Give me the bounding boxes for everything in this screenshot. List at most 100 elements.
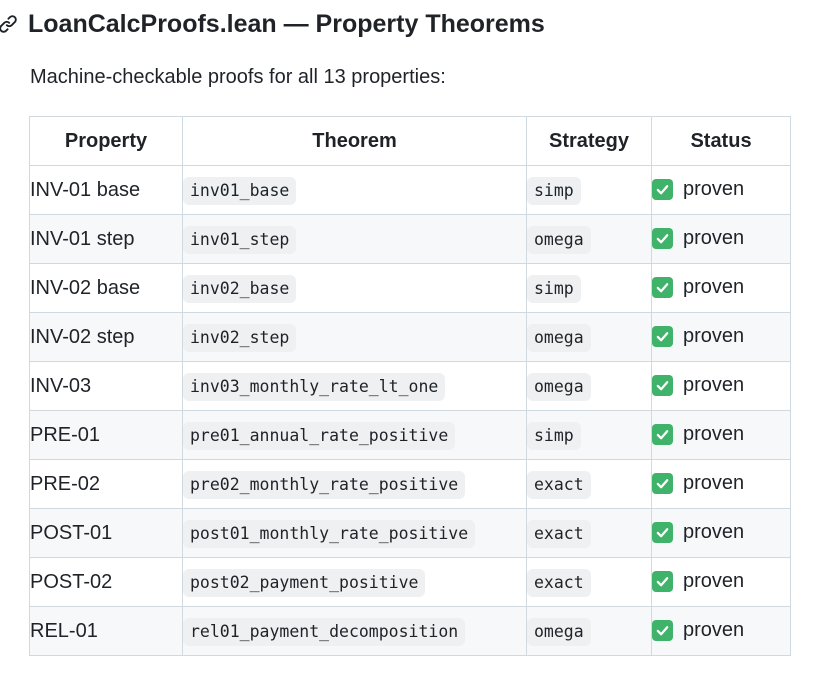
property-cell: INV-02 step <box>29 312 183 362</box>
page-title: LoanCalcProofs.lean — Property Theorems <box>28 9 545 38</box>
property-label: INV-03 <box>30 374 92 397</box>
status-cell: proven <box>651 312 791 362</box>
status-label: proven <box>683 177 745 200</box>
status-badge: proven <box>652 423 744 446</box>
checkmark-icon <box>652 570 673 592</box>
property-cell: INV-02 base <box>29 263 183 313</box>
status-label: proven <box>683 275 745 298</box>
theorem-code: pre01_annual_rate_positive <box>183 421 456 450</box>
status-badge: proven <box>652 619 744 642</box>
status-label: proven <box>683 471 745 494</box>
status-label: proven <box>683 422 745 445</box>
table-row: INV-02 base inv02_base simp proven <box>29 263 791 313</box>
theorem-cell: post02_payment_positive <box>182 557 527 607</box>
status-cell: proven <box>651 214 791 264</box>
property-label: REL-01 <box>30 619 98 642</box>
table-row: REL-01 rel01_payment_decomposition omega… <box>29 606 791 656</box>
property-label: PRE-02 <box>30 472 101 495</box>
theorem-cell: inv02_base <box>182 263 527 313</box>
strategy-cell: omega <box>526 312 652 362</box>
theorem-code: rel01_payment_decomposition <box>183 617 466 646</box>
table-row: INV-01 base inv01_base simp proven <box>29 165 791 215</box>
theorem-cell: pre02_monthly_rate_positive <box>182 459 527 509</box>
strategy-cell: omega <box>526 214 652 264</box>
theorem-code: inv03_monthly_rate_lt_one <box>183 372 446 401</box>
status-label: proven <box>683 569 745 592</box>
table-row: INV-01 step inv01_step omega proven <box>29 214 791 264</box>
table-row: PRE-02 pre02_monthly_rate_positive exact… <box>29 459 791 509</box>
theorem-code: post02_payment_positive <box>183 568 426 597</box>
property-cell: INV-03 <box>29 361 183 411</box>
header-status: Status <box>651 116 791 166</box>
status-badge: proven <box>652 374 744 397</box>
property-cell: REL-01 <box>29 606 183 656</box>
checkmark-icon <box>652 178 673 200</box>
strategy-code: omega <box>527 372 591 401</box>
theorem-code: inv02_step <box>183 323 297 352</box>
strategy-cell: exact <box>526 508 652 558</box>
property-cell: INV-01 base <box>29 165 183 215</box>
property-cell: PRE-02 <box>29 459 183 509</box>
property-label: INV-02 step <box>30 325 135 348</box>
property-table: Property Theorem Strategy Status INV-01 … <box>29 116 791 656</box>
theorem-code: inv01_base <box>183 176 297 205</box>
property-label: INV-01 base <box>30 178 141 201</box>
strategy-cell: simp <box>526 263 652 313</box>
strategy-cell: simp <box>526 410 652 460</box>
status-cell: proven <box>651 263 791 313</box>
table-row: INV-03 inv03_monthly_rate_lt_one omega p… <box>29 361 791 411</box>
page-heading: LoanCalcProofs.lean — Property Theorems <box>0 6 545 42</box>
status-label: proven <box>683 618 745 641</box>
checkmark-icon <box>652 472 673 494</box>
property-label: INV-01 step <box>30 227 135 250</box>
strategy-code: simp <box>527 274 581 303</box>
strategy-code: exact <box>527 470 591 499</box>
theorem-code: inv01_step <box>183 225 297 254</box>
status-badge: proven <box>652 570 744 593</box>
table-row: INV-02 step inv02_step omega proven <box>29 312 791 362</box>
theorem-code: pre02_monthly_rate_positive <box>183 470 466 499</box>
theorem-cell: pre01_annual_rate_positive <box>182 410 527 460</box>
theorem-cell: post01_monthly_rate_positive <box>182 508 527 558</box>
strategy-code: simp <box>527 421 581 450</box>
theorem-code: post01_monthly_rate_positive <box>183 519 476 548</box>
status-cell: proven <box>651 606 791 656</box>
property-cell: INV-01 step <box>29 214 183 264</box>
table-header-row: Property Theorem Strategy Status <box>29 116 791 166</box>
status-cell: proven <box>651 410 791 460</box>
header-theorem: Theorem <box>182 116 527 166</box>
property-label: INV-02 base <box>30 276 141 299</box>
status-badge: proven <box>652 521 744 544</box>
strategy-code: exact <box>527 568 591 597</box>
status-cell: proven <box>651 361 791 411</box>
strategy-code: exact <box>527 519 591 548</box>
theorem-cell: inv03_monthly_rate_lt_one <box>182 361 527 411</box>
intro-text: Machine-checkable proofs for all 13 prop… <box>30 66 446 88</box>
strategy-cell: exact <box>526 459 652 509</box>
property-cell: PRE-01 <box>29 410 183 460</box>
link-icon[interactable] <box>0 13 20 35</box>
status-badge: proven <box>652 227 744 250</box>
status-cell: proven <box>651 165 791 215</box>
status-badge: proven <box>652 325 744 348</box>
theorem-cell: inv02_step <box>182 312 527 362</box>
status-label: proven <box>683 324 745 347</box>
strategy-code: omega <box>527 323 591 352</box>
status-badge: proven <box>652 472 744 495</box>
theorem-code: inv02_base <box>183 274 297 303</box>
status-label: proven <box>683 373 745 396</box>
header-strategy: Strategy <box>526 116 652 166</box>
strategy-cell: simp <box>526 165 652 215</box>
status-badge: proven <box>652 276 744 299</box>
checkmark-icon <box>652 423 673 445</box>
strategy-cell: exact <box>526 557 652 607</box>
checkmark-icon <box>652 227 673 249</box>
status-label: proven <box>683 226 745 249</box>
status-cell: proven <box>651 557 791 607</box>
strategy-cell: omega <box>526 361 652 411</box>
status-label: proven <box>683 520 745 543</box>
property-label: POST-01 <box>30 521 113 544</box>
property-cell: POST-01 <box>29 508 183 558</box>
checkmark-icon <box>652 619 673 641</box>
status-cell: proven <box>651 508 791 558</box>
